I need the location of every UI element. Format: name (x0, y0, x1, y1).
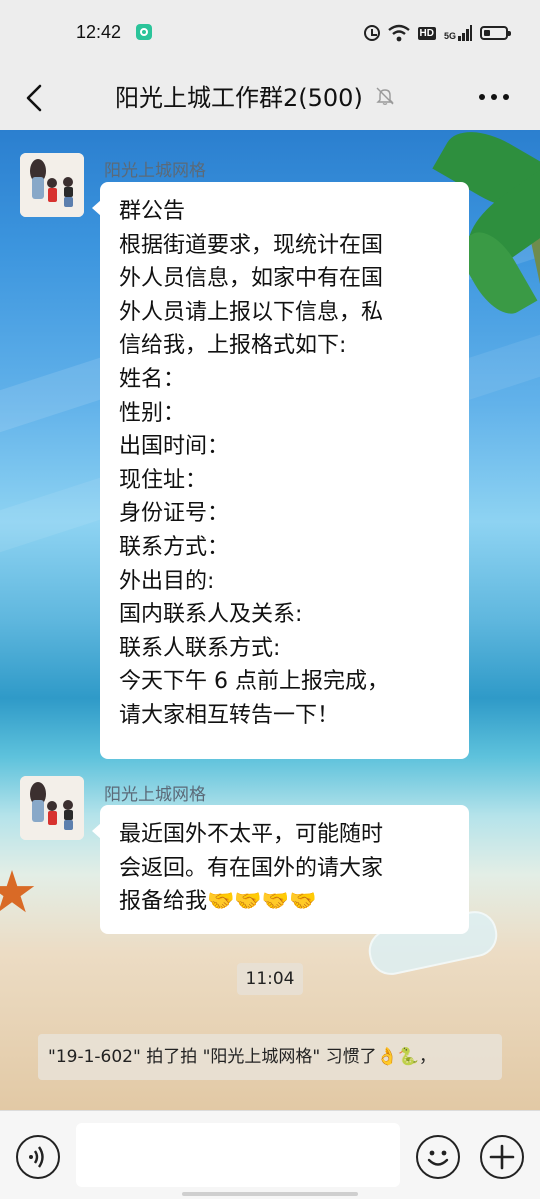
emoji-button[interactable] (416, 1135, 460, 1179)
message-line: 出国时间： (119, 434, 230, 460)
message-line: 联系人联系方式: (119, 635, 281, 661)
message-line: 外人员信息，如家中有在国 (119, 266, 384, 292)
message-line: 今天下午 6 点前上报完成， (119, 669, 389, 695)
message-line: 报备给我🤝🤝🤝🤝 (119, 889, 317, 915)
chat-header: 阳光上城工作群2(500) (0, 66, 540, 130)
wifi-icon (387, 24, 410, 42)
chat-title: 阳光上城工作群2(500) (115, 84, 363, 112)
avatar-family-icon (20, 153, 84, 217)
plus-button[interactable] (480, 1135, 524, 1179)
message-bubble[interactable]: 群公告 根据街道要求，现统计在国 外人员信息，如家中有在国 外人员请上报以下信息… (92, 182, 469, 759)
battery-icon (480, 26, 511, 40)
avatar[interactable] (20, 776, 84, 840)
message-line: 性别： (119, 400, 186, 426)
voice-button[interactable] (16, 1135, 60, 1179)
chat-title-wrap[interactable]: 阳光上城工作群2(500) (115, 78, 395, 113)
network-type-label: 5G (443, 31, 456, 41)
status-icons: HD 5G (363, 22, 511, 44)
hd-icon: HD (417, 26, 436, 40)
message-input[interactable] (76, 1123, 400, 1187)
plus-icon (489, 1144, 515, 1170)
message-line: 联系方式： (119, 534, 230, 560)
avatar-family-icon (20, 776, 84, 840)
message-line: 群公告 (119, 199, 186, 224)
message-line: 请大家相互转告一下！ (119, 702, 340, 728)
message-line: 根据街道要求，现统计在国 (119, 232, 384, 258)
message-line: 现住址： (119, 467, 208, 493)
timestamp: 11:04 (237, 963, 303, 995)
message-line: 外人员请上报以下信息，私 (119, 299, 384, 325)
bell-muted-icon (376, 87, 394, 105)
message-line: 外出目的: (119, 568, 215, 594)
sender-name: 阳光上城网格 (104, 161, 206, 181)
message-line: 最近国外不太平，可能随时 (119, 822, 384, 847)
message-line: 信给我，上报格式如下: (119, 333, 347, 359)
avatar[interactable] (20, 153, 84, 217)
sender-name: 阳光上城网格 (104, 785, 206, 805)
message-bubble[interactable]: 最近国外不太平，可能随时 会返回。有在国外的请大家 报备给我🤝🤝🤝🤝 (92, 805, 469, 934)
more-dots-icon[interactable] (478, 92, 510, 102)
alarm-icon (363, 25, 380, 41)
status-bar: 12:42 HD 5G (0, 0, 540, 66)
signal-5g-icon: 5G (444, 25, 472, 41)
message-line: 会返回。有在国外的请大家 (119, 855, 384, 881)
home-indicator[interactable] (182, 1192, 358, 1196)
message-line: 身份证号： (119, 501, 230, 527)
system-message: "19-1-602" 拍了拍 "阳光上城网格" 习惯了👌🐍， (38, 1034, 502, 1080)
status-time: 12:42 (76, 22, 122, 42)
message-line: 姓名： (119, 366, 186, 392)
starfish-image: ★ (0, 858, 38, 926)
emoji-icon (427, 1150, 449, 1166)
message-line: 国内联系人及关系: (119, 602, 303, 628)
app-notification-icon (136, 24, 152, 40)
input-bar (0, 1110, 540, 1199)
voice-icon (29, 1146, 44, 1168)
chevron-left-icon[interactable] (18, 80, 54, 116)
